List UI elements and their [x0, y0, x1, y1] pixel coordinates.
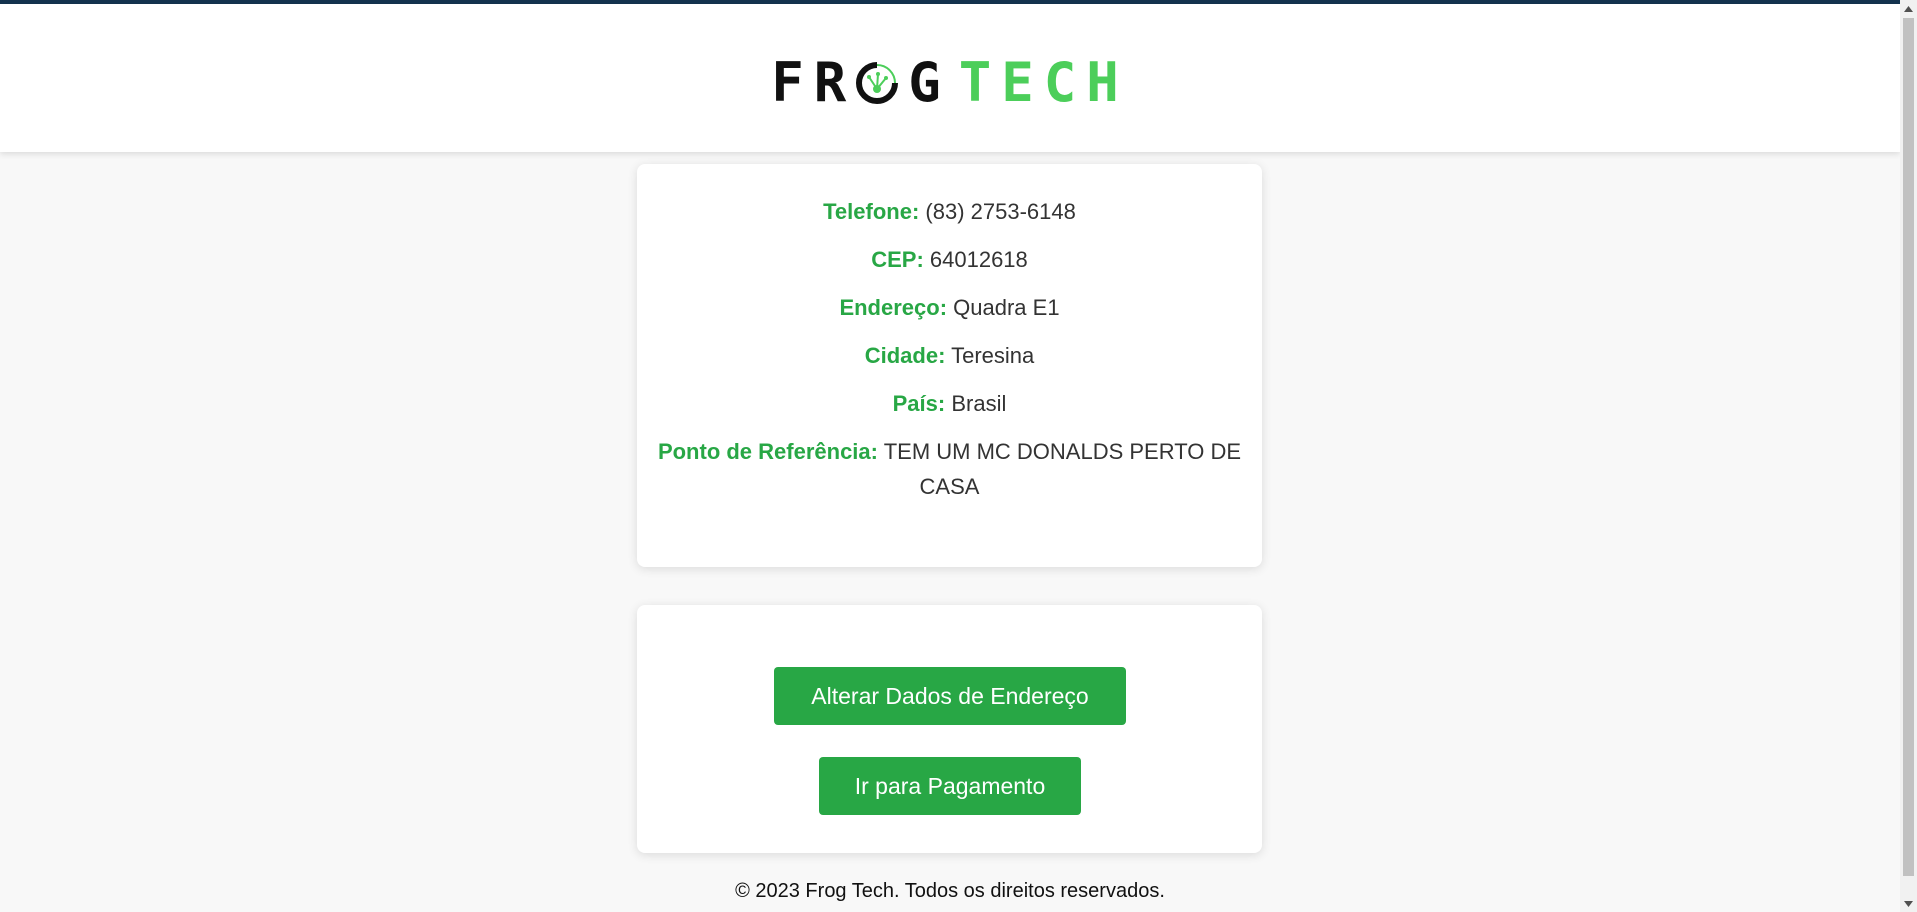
actions-card: Alterar Dados de Endereço Ir para Pagame…	[637, 605, 1262, 853]
cep-row: CEP: 64012618	[657, 242, 1242, 277]
frogtech-logo[interactable]: FR G TECH	[771, 56, 1129, 110]
logo-tech-text: TECH	[958, 51, 1129, 114]
go-to-payment-button[interactable]: Ir para Pagamento	[819, 757, 1081, 815]
change-address-button[interactable]: Alterar Dados de Endereço	[774, 667, 1126, 725]
referencia-label: Ponto de Referência:	[657, 439, 878, 464]
referencia-row: Ponto de Referência: TEM UM MC DONALDS P…	[657, 434, 1242, 504]
pais-label: País:	[892, 391, 946, 416]
cep-value: 64012618	[929, 247, 1028, 272]
logo-text-fr: FR	[771, 51, 857, 114]
pais-value: Brasil	[951, 391, 1007, 416]
endereco-value: Quadra E1	[953, 295, 1060, 320]
cidade-value: Teresina	[951, 343, 1035, 368]
referencia-value: TEM UM MC DONALDS PERTO DE CASA	[883, 439, 1242, 499]
logo-frog-text: FR G	[771, 56, 951, 110]
telefone-value: (83) 2753-6148	[925, 199, 1076, 224]
pais-row: País: Brasil	[657, 386, 1242, 421]
scroll-down-arrow-icon[interactable]	[1900, 895, 1917, 912]
cidade-label: Cidade:	[864, 343, 946, 368]
copyright-text: © 2023 Frog Tech. Todos os direitos rese…	[735, 880, 1165, 902]
vertical-scrollbar[interactable]	[1900, 0, 1917, 912]
logo-text-g: G	[908, 51, 951, 114]
page-footer: © 2023 Frog Tech. Todos os direitos rese…	[0, 880, 1900, 903]
site-header: FR G TECH	[0, 4, 1900, 152]
address-info-card: Telefone: (83) 2753-6148 CEP: 64012618 E…	[637, 164, 1262, 567]
frog-icon	[856, 62, 899, 104]
endereco-row: Endereço: Quadra E1	[657, 290, 1242, 325]
endereco-label: Endereço:	[839, 295, 948, 320]
scrollbar-thumb[interactable]	[1903, 18, 1914, 876]
telefone-label: Telefone:	[823, 199, 920, 224]
telefone-row: Telefone: (83) 2753-6148	[657, 194, 1242, 229]
cidade-row: Cidade: Teresina	[657, 338, 1242, 373]
cep-label: CEP:	[871, 247, 924, 272]
scroll-up-arrow-icon[interactable]	[1900, 0, 1917, 17]
